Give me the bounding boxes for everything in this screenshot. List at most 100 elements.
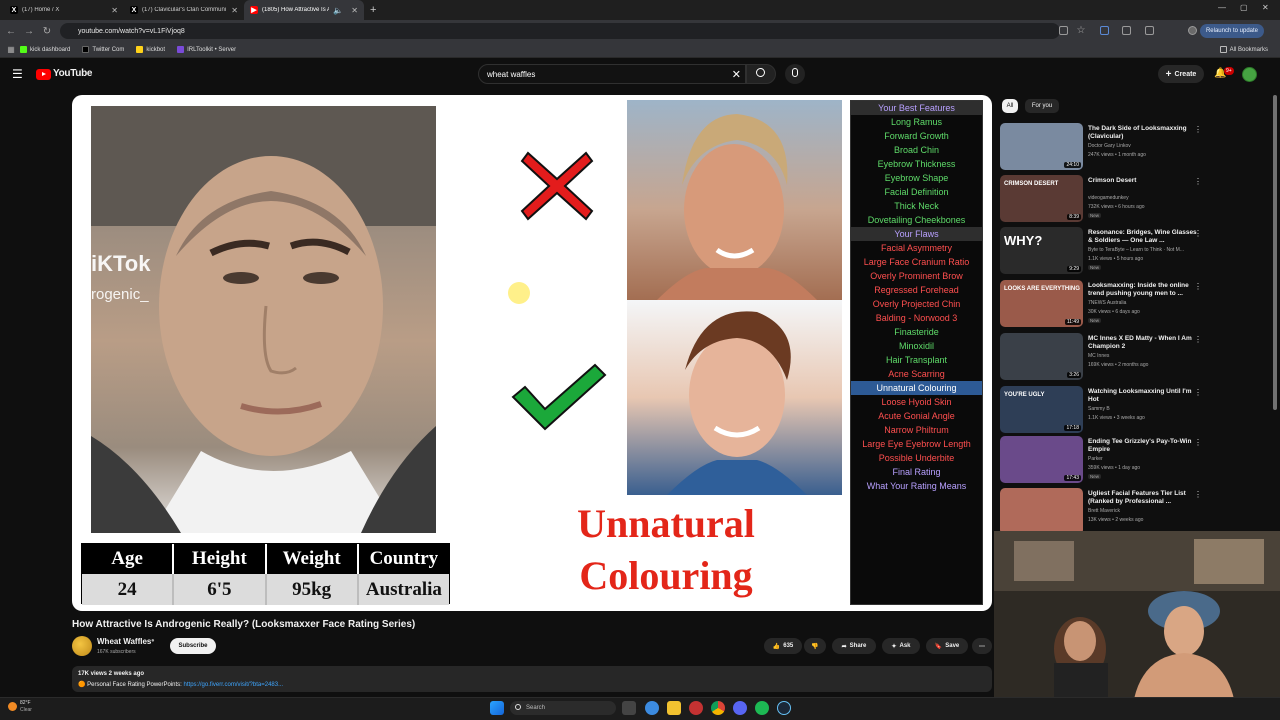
browser-tab[interactable]: X (17) Clavicular's Clan Communi ✕ [124,0,244,20]
channel-name[interactable]: Sammy B [1088,406,1110,412]
video-title[interactable]: Resonance: Bridges, Wine Glasses & Soldi… [1088,229,1198,245]
all-bookmarks[interactable]: All Bookmarks [1219,46,1268,53]
video-thumbnail[interactable]: LOOKS ARE EVERYTHING 11:49 [1000,280,1083,327]
recommended-video[interactable]: Ugliest Facial Features Tier List (Ranke… [1000,488,1202,536]
recommended-video[interactable]: CRIMSON DESERT 8:39 Crimson Desert videogam… [1000,175,1202,223]
account-avatar[interactable] [1242,67,1257,82]
video-thumbnail[interactable]: YOU'RE UGLY 17:18 [1000,386,1083,433]
video-title[interactable]: Looksmaxxing: Inside the online trend pu… [1088,282,1198,298]
search-button[interactable] [746,64,776,84]
video-thumbnail[interactable]: WHY? 9:29 [1000,227,1083,274]
video-thumbnail[interactable]: 17:43 [1000,436,1083,483]
bookmark-item[interactable]: IRLToolkit • Server [177,46,236,53]
more-options-icon[interactable]: ⋮ [1194,335,1202,344]
bookmark-star-icon[interactable]: ☆ [1072,25,1090,36]
video-thumbnail[interactable]: 3:26 [1000,333,1083,380]
search-input[interactable]: wheat waffles ✕ [478,64,746,84]
more-options-icon[interactable]: ⋮ [1194,282,1202,291]
speaker-icon[interactable]: 🔈 [333,6,343,15]
share-button[interactable]: ➦ Share [832,638,876,654]
video-title[interactable]: Ugliest Facial Features Tier List (Ranke… [1088,490,1198,506]
description-box[interactable] [72,666,992,692]
save-button[interactable]: 🔖 Save [926,638,968,654]
more-options-icon[interactable]: ⋮ [1194,490,1202,499]
channel-name[interactable]: Doctor Gary Linkov [1088,143,1131,149]
reload-icon[interactable]: ↻ [38,26,56,37]
browser-tab-active[interactable]: ▶ (1805) How Attractive Is An 🔈 ✕ [244,0,364,20]
close-tab-icon[interactable]: ✕ [231,6,238,15]
chip-for-you[interactable]: For you [1025,99,1059,113]
more-actions-button[interactable]: ⋯ [972,638,992,654]
more-options-icon[interactable]: ⋮ [1194,177,1202,186]
dislike-button[interactable]: 👎 [804,638,826,654]
like-button[interactable]: 👍 635 [764,638,802,654]
bookmark-item[interactable]: kickbot [136,46,165,53]
video-title[interactable]: Watching Looksmaxxing Until I'm Hot [1088,388,1198,404]
video-thumbnail[interactable]: CRIMSON DESERT 8:39 [1000,175,1083,222]
app-icon[interactable] [689,701,703,715]
bookmark-item[interactable]: kick dashboard [20,46,70,53]
recommended-video[interactable]: YOU'RE UGLY 17:18 Watching Looksmaxxing Un… [1000,386,1202,434]
new-tab-icon[interactable]: + [370,4,376,16]
video-player[interactable]: iKTok rogenic_ Age Height Weight Country… [72,95,992,611]
close-tab-icon[interactable]: ✕ [111,6,118,15]
close-window-icon[interactable]: ✕ [1262,3,1269,12]
video-thumbnail[interactable] [1000,488,1083,535]
back-icon[interactable]: ← [2,26,20,37]
forward-icon[interactable]: → [20,26,38,37]
channel-name[interactable]: Wheat Waffles [97,637,151,646]
bookmark-item[interactable]: Twitter Com [82,46,124,53]
profile-icon[interactable] [1188,26,1197,35]
youtube-logo-text[interactable]: YouTube [53,68,93,79]
minimize-icon[interactable]: — [1218,3,1226,12]
video-title[interactable]: Ending Tee Grizzley's Pay-To-Win Empire [1088,438,1198,454]
recommended-video[interactable]: 3:26 MC Innes X ED Matty - When I Am Cham… [1000,333,1202,381]
chrome-icon[interactable] [711,701,725,715]
puzzle-icon[interactable] [1122,26,1131,35]
more-options-icon[interactable]: ⋮ [1194,388,1202,397]
spotify-icon[interactable] [755,701,769,715]
video-title[interactable]: Crimson Desert [1088,177,1198,185]
more-options-icon[interactable]: ⋮ [1194,229,1202,238]
app-icon[interactable] [645,701,659,715]
channel-name[interactable]: videogamedunkey [1088,195,1129,201]
recommended-video[interactable]: 17:43 Ending Tee Grizzley's Pay-To-Win Em… [1000,436,1202,484]
more-options-icon[interactable]: ⋮ [1194,125,1202,134]
recommended-video[interactable]: WHY? 9:29 Resonance: Bridges, Wine Glasses… [1000,227,1202,275]
windows-start-icon[interactable] [490,701,504,715]
channel-name[interactable]: 7NEWS Australia [1088,300,1126,306]
ask-button[interactable]: ✦ Ask [882,638,920,654]
task-view-icon[interactable] [622,701,636,715]
video-thumbnail[interactable]: 24:10 [1000,123,1083,170]
recommended-video[interactable]: 24:10 The Dark Side of Looksmaxxing (Clav… [1000,123,1202,171]
video-title[interactable]: MC Innes X ED Matty - When I Am Champion… [1088,335,1198,351]
steam-icon[interactable] [777,701,791,715]
discord-icon[interactable] [733,701,747,715]
video-title[interactable]: The Dark Side of Looksmaxxing (Clavicula… [1088,125,1198,141]
sidebar-scrollbar[interactable] [1273,95,1277,410]
maximize-icon[interactable]: ▢ [1240,3,1248,12]
file-explorer-icon[interactable] [667,701,681,715]
chip-all[interactable]: All [1002,99,1018,113]
channel-name[interactable]: Parker [1088,456,1103,462]
clear-search-icon[interactable]: ✕ [732,68,741,81]
browser-tab[interactable]: X (17) Home / X ✕ [4,0,124,20]
create-button[interactable]: + Create [1158,65,1204,83]
recommended-video[interactable]: LOOKS ARE EVERYTHING 11:49 Looksmaxxing: I… [1000,280,1202,328]
channel-name[interactable]: Brett Maverick [1088,508,1120,514]
channel-avatar[interactable] [72,636,92,656]
more-options-icon[interactable]: ⋮ [1194,438,1202,447]
close-tab-icon[interactable]: ✕ [351,6,358,15]
apps-icon[interactable]: ▦ [2,45,20,54]
channel-name[interactable]: MC Innes [1088,353,1109,359]
url-bar[interactable]: youtube.com/watch?v=vL1FiVjoq8 [60,23,1060,39]
channel-name[interactable]: Byte to TeraByte – Learn to Think · Not … [1088,247,1184,253]
extension-icon[interactable] [1100,26,1109,35]
subscribe-button[interactable]: Subscribe [170,638,216,654]
relaunch-button[interactable]: Relaunch to update [1199,24,1264,38]
menu-icon[interactable]: ☰ [12,67,23,81]
voice-search-button[interactable] [785,64,805,84]
description-link[interactable]: https://go.fiverr.com/visit/?bta=2483... [184,682,284,688]
install-icon[interactable] [1059,26,1068,35]
sidepanel-icon[interactable] [1145,26,1154,35]
